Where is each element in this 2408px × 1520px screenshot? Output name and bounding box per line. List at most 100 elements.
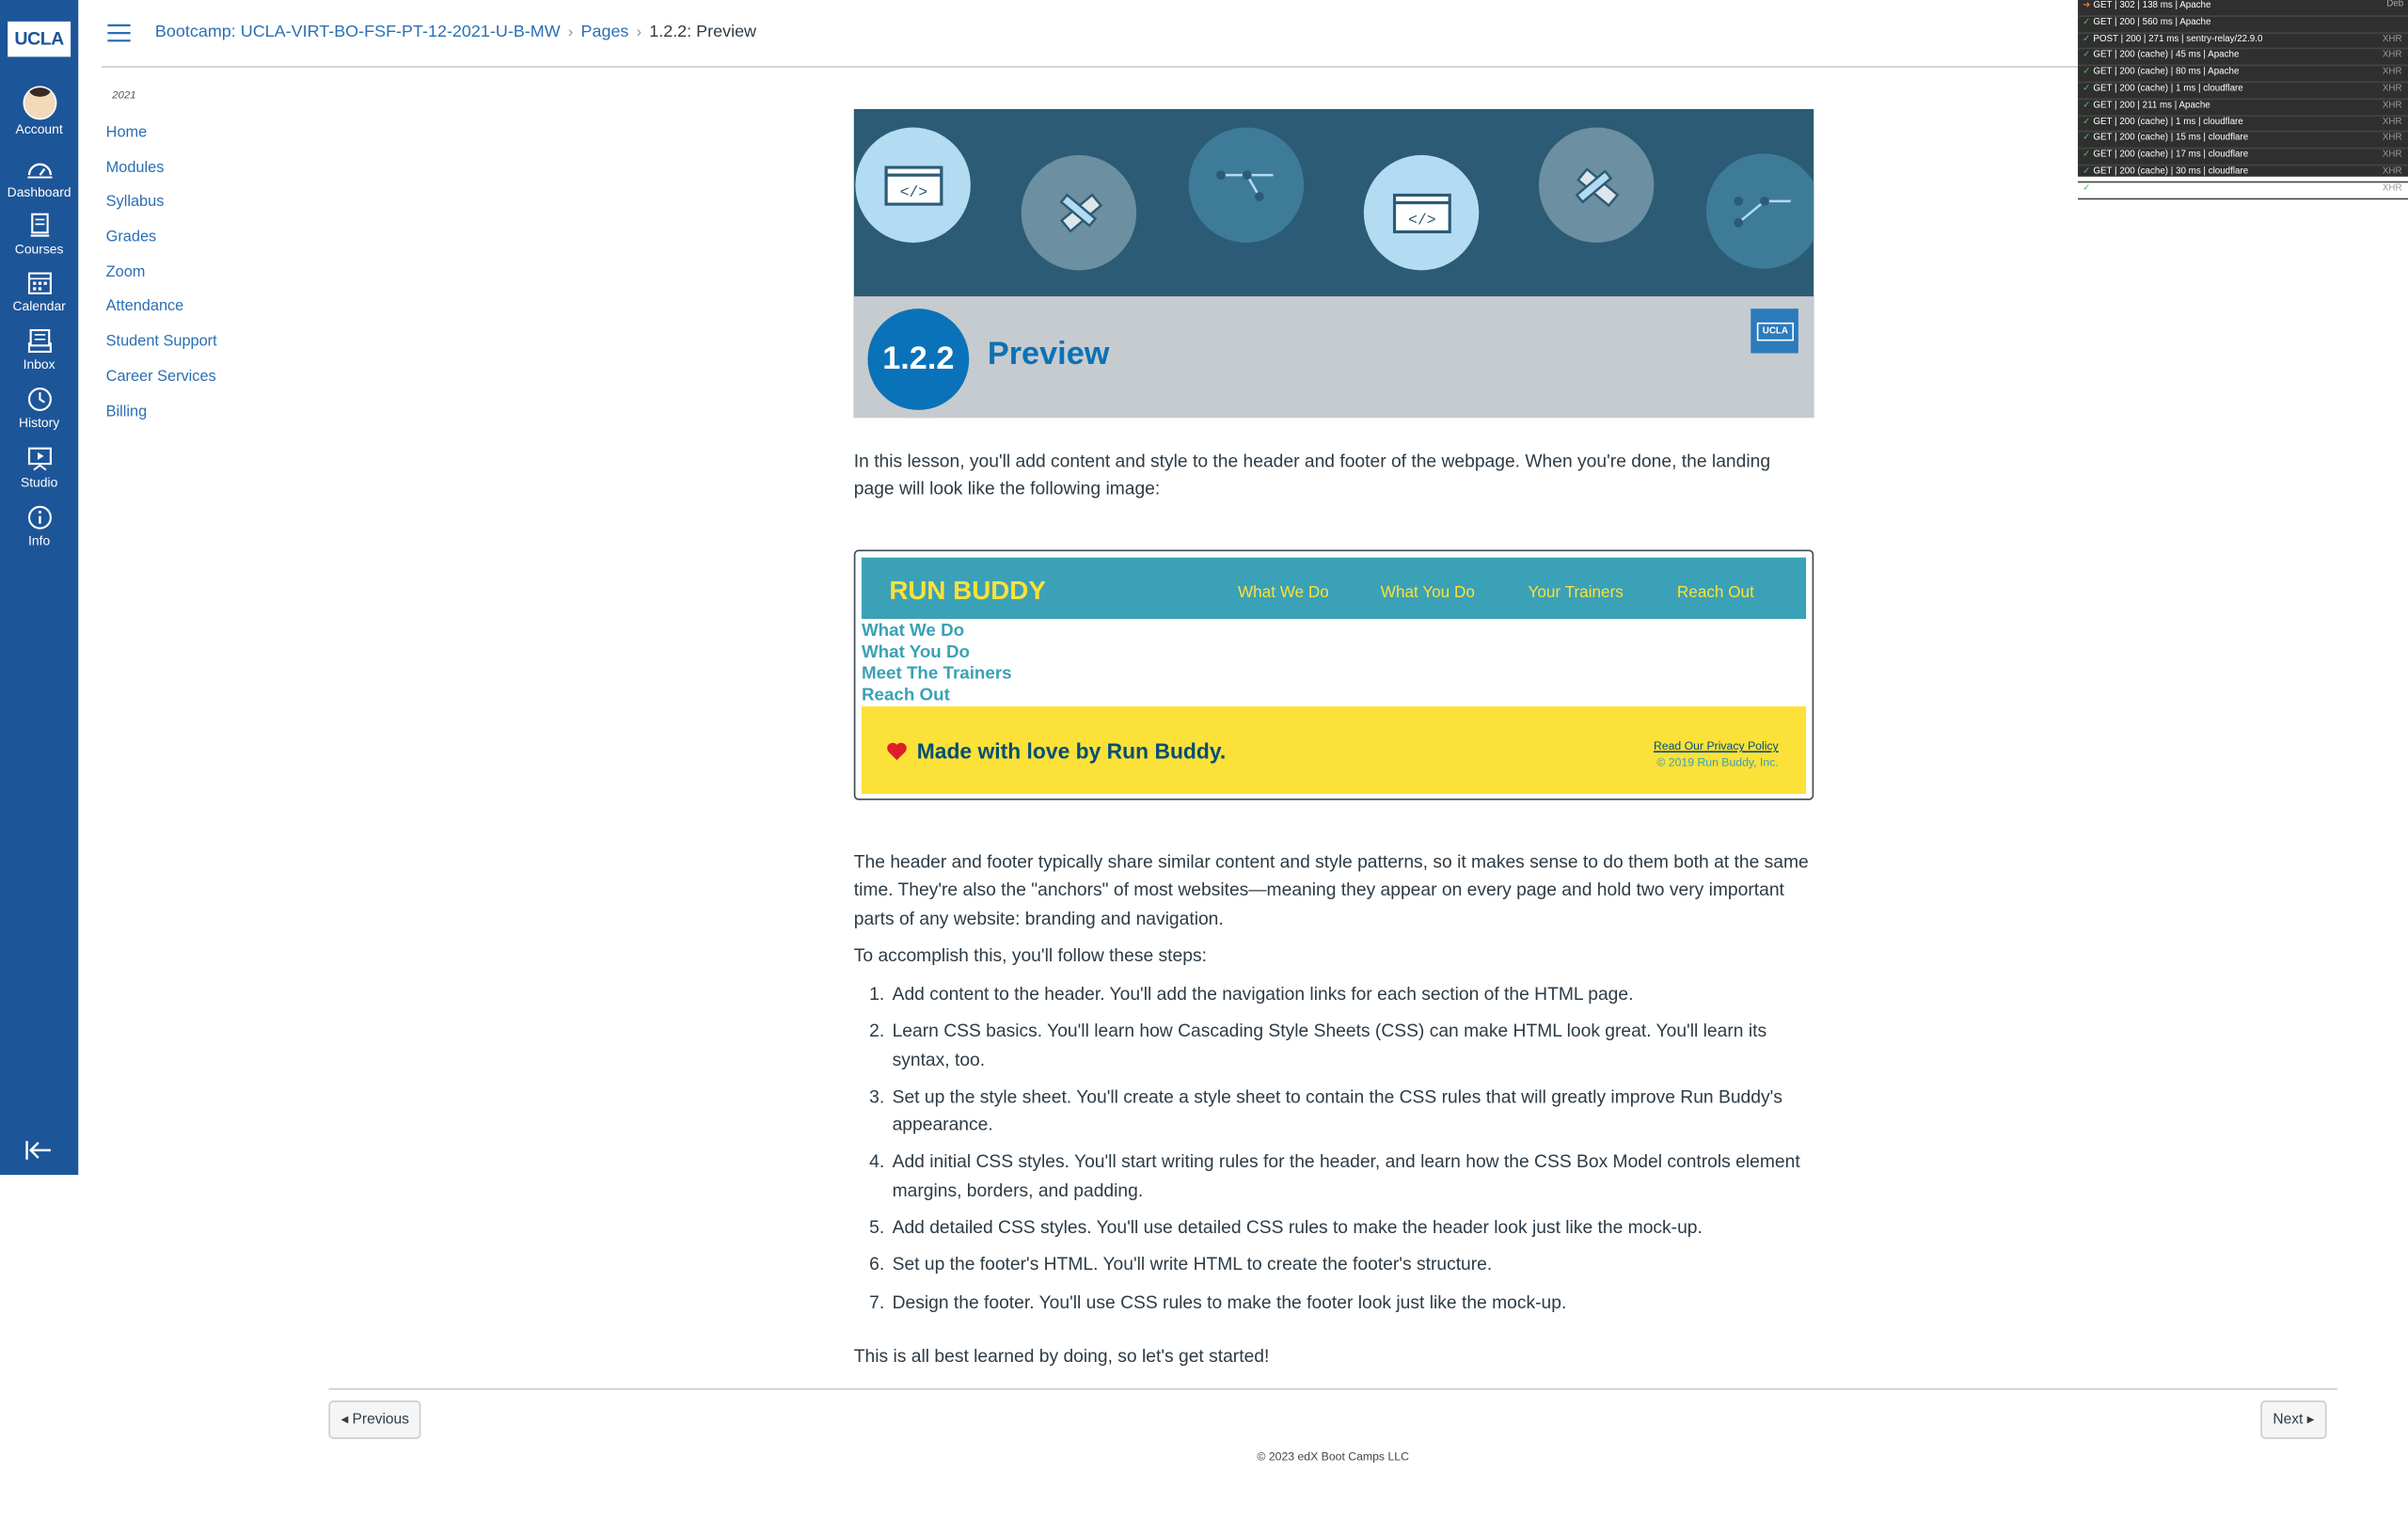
footer-divider (328, 1387, 2337, 1390)
heart-icon (887, 742, 907, 761)
network-request-row[interactable]: ✓ GET | 200 (cache) | 1 ms | cloudflare XH… (2078, 83, 2408, 100)
step-item: 7. Design the footer. You'll use CSS rule… (869, 1290, 1567, 1313)
closing-paragraph: This is all best learned by doing, so le… (853, 1345, 1270, 1368)
mockup-nav-link: What We Do (1237, 583, 1329, 603)
course-nav-student-support[interactable]: Student Support (106, 332, 217, 367)
course-nav-modules[interactable]: Modules (106, 158, 217, 193)
mockup-privacy-link: Read Our Privacy Policy (1653, 738, 1779, 753)
network-request-row[interactable]: ✓ GET | 200 (cache) | 17 ms | cloudflare X… (2078, 150, 2408, 166)
mockup-copyright: © 2019 Run Buddy, Inc. (1656, 755, 1779, 769)
mockup-section-link: What You Do (861, 643, 971, 662)
mockup-header: RUN BUDDY What We Do What You Do Your Tr… (861, 557, 1807, 619)
request-type: XHR (2382, 51, 2402, 61)
step-text: Add detailed CSS styles. You'll use deta… (892, 1216, 1703, 1239)
footer-copyright: © 2023 edX Boot Camps LLC (1257, 1449, 1409, 1464)
network-debug-panel: Deb ➜ GET | 302 | 138 ms | Apache ✓ GET | … (2078, 0, 2408, 199)
request-type: XHR (2382, 84, 2402, 94)
global-nav-inbox[interactable]: Inbox (0, 327, 78, 386)
check-icon: ✓ (2082, 166, 2091, 177)
request-type: XHR (2382, 183, 2402, 194)
global-nav-label: History (19, 414, 60, 431)
ucla-badge-logo: UCLA (1751, 309, 1798, 354)
breadcrumb-pages-link[interactable]: Pages (580, 23, 628, 41)
courses-icon (29, 213, 49, 237)
course-nav-zoom[interactable]: Zoom (106, 262, 217, 297)
course-nav-billing[interactable]: Billing (106, 402, 217, 436)
request-text: GET | 302 | 138 ms | Apache (2093, 1, 2211, 11)
steps-list: 1. Add content to the header. You'll add … (854, 980, 1814, 1317)
course-nav-career-services[interactable]: Career Services (106, 367, 217, 402)
global-nav-calendar[interactable]: Calendar (0, 269, 78, 327)
body-paragraph: The header and footer typically share si… (853, 850, 1809, 929)
calendar-icon (27, 272, 52, 294)
collapse-nav-icon[interactable] (24, 1139, 52, 1161)
lesson-number-badge: 1.2.2 (867, 309, 970, 410)
network-request-row[interactable]: ✓ GET | 200 (cache) | 5 ms | cloudflare XH… (2078, 182, 2408, 199)
network-request-row[interactable]: ✓ GET | 200 (cache) | 15 ms | cloudflare X… (2078, 133, 2408, 150)
request-text: GET | 200 (cache) | 5 ms | cloudflare (2093, 183, 2243, 194)
mockup-nav-link: Reach Out (1676, 583, 1754, 603)
network-request-row[interactable]: ✓ POST | 200 | 271 ms | sentry-relay/22.9… (2078, 33, 2408, 50)
global-nav-info[interactable]: Info (0, 504, 78, 562)
course-nav-syllabus[interactable]: Syllabus (106, 193, 217, 228)
network-request-row[interactable]: ✓ GET | 200 (cache) | 1 ms | cloudflare XH… (2078, 116, 2408, 134)
lesson-banner: </> </> 1.2.2 Preview UCLA (853, 108, 1814, 419)
previous-button[interactable]: ◂ Previous (328, 1401, 421, 1439)
node-graph-icon (1188, 127, 1305, 243)
global-nav-label: Courses (14, 241, 64, 257)
svg-text:</>: </> (899, 182, 927, 200)
step-text: Set up the style sheet. You'll create a … (892, 1085, 1782, 1135)
request-type: XHR (2382, 150, 2402, 161)
network-request-row[interactable]: ✓ GET | 200 (cache) | 30 ms | cloudflare X… (2078, 166, 2408, 182)
term-label: 2021 (112, 90, 136, 102)
network-request-row[interactable]: ✓ GET | 200 (cache) | 80 ms | Apache XHR (2078, 67, 2408, 84)
global-nav-account[interactable]: Account (0, 86, 78, 144)
global-nav-courses[interactable]: Courses (0, 212, 78, 270)
request-text: GET | 200 | 211 ms | Apache (2093, 101, 2210, 111)
intro-paragraph: In this lesson, you'll add content and s… (853, 450, 1771, 500)
ucla-logo[interactable]: UCLA (8, 21, 71, 57)
code-window-icon: </> (855, 127, 971, 243)
step-item: 5. Add detailed CSS styles. You'll use de… (869, 1216, 1703, 1239)
steps-intro: To accomplish this, you'll follow these … (853, 944, 1207, 966)
step-text: Design the footer. You'll use CSS rules … (892, 1290, 1567, 1313)
mockup-footer-text: Made with love by Run Buddy. (916, 738, 1227, 764)
global-nav: UCLA Account Dashboard Courses Calendar … (0, 0, 79, 1176)
breadcrumb-course-link[interactable]: Bootcamp: UCLA-VIRT-BO-FSF-PT-12-2021-U-… (155, 23, 561, 41)
step-item: 6. Set up the footer's HTML. You'll write… (869, 1253, 1493, 1275)
mockup-footer: Made with love by Run Buddy. Read Our Pr… (861, 706, 1807, 795)
hamburger-menu-icon[interactable] (107, 23, 131, 42)
mockup-section-link: What We Do (861, 622, 965, 641)
request-text: GET | 200 (cache) | 45 ms | Apache (2093, 51, 2240, 61)
course-nav-home[interactable]: Home (106, 123, 217, 158)
mockup-nav-link: What You Do (1380, 583, 1475, 603)
request-type: XHR (2382, 34, 2402, 44)
step-text: Learn CSS basics. You'll learn how Casca… (892, 1020, 1767, 1070)
header-divider (101, 66, 2408, 68)
studio-icon (27, 447, 52, 471)
network-request-row[interactable]: ✓ GET | 200 | 211 ms | Apache XHR (2078, 100, 2408, 117)
next-button[interactable]: Next ▸ (2260, 1401, 2327, 1439)
check-icon: ✓ (2082, 18, 2091, 28)
check-icon: ✓ (2082, 183, 2091, 194)
ruler-pencil-icon (1538, 127, 1655, 243)
global-nav-studio[interactable]: Studio (0, 445, 78, 503)
redirect-arrow-icon: ➜ (2082, 1, 2091, 11)
breadcrumb-separator-icon: › (567, 24, 574, 42)
course-nav-grades[interactable]: Grades (106, 228, 217, 262)
check-icon: ✓ (2082, 34, 2091, 44)
course-nav-attendance[interactable]: Attendance (106, 297, 217, 332)
info-icon (27, 505, 52, 530)
mockup-section-link: Reach Out (861, 686, 950, 705)
network-request-row[interactable]: ✓ GET | 200 | 560 ms | Apache (2078, 17, 2408, 34)
run-buddy-mockup-image: RUN BUDDY What We Do What You Do Your Tr… (853, 549, 1814, 800)
step-item: 4. Add initial CSS styles. You'll start w… (869, 1150, 1800, 1201)
breadcrumb-separator-icon: › (636, 24, 642, 42)
global-nav-label: Dashboard (7, 183, 71, 200)
network-request-row[interactable]: ✓ GET | 200 (cache) | 45 ms | Apache XHR (2078, 50, 2408, 67)
network-request-row[interactable]: ➜ GET | 302 | 138 ms | Apache (2078, 0, 2408, 17)
mockup-nav-link: Your Trainers (1528, 583, 1624, 603)
global-nav-history[interactable]: History (0, 386, 78, 444)
request-type: XHR (2382, 118, 2402, 127)
global-nav-dashboard[interactable]: Dashboard (0, 155, 78, 214)
